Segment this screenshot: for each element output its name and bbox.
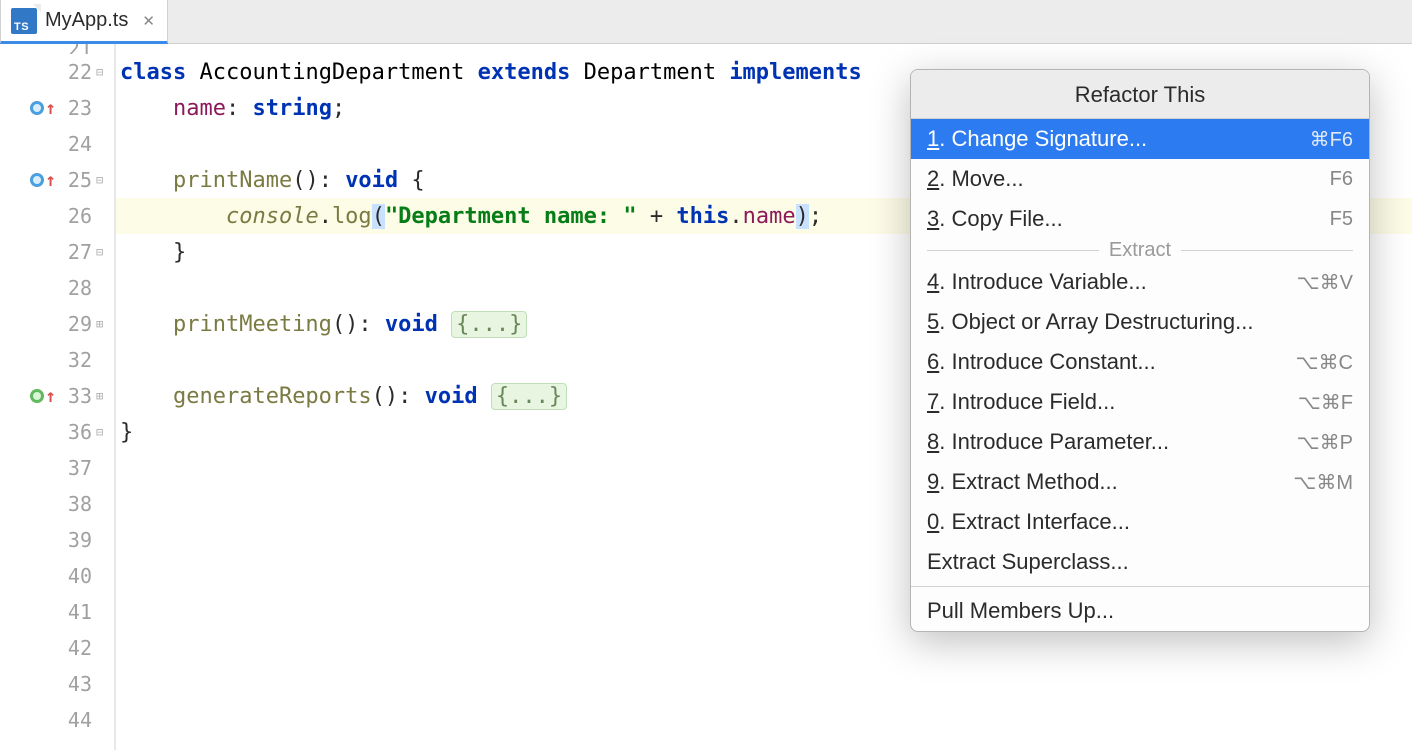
popup-item-label: 7. Introduce Field... bbox=[927, 389, 1115, 415]
popup-separator bbox=[911, 586, 1369, 587]
keyboard-shortcut: F5 bbox=[1330, 208, 1353, 231]
line-number: ⊟22 bbox=[0, 54, 114, 90]
popup-item-label: 0. Extract Interface... bbox=[927, 509, 1130, 535]
popup-title: Refactor This bbox=[911, 70, 1369, 119]
line-number: 41 bbox=[0, 594, 114, 630]
fold-icon[interactable]: ⊟ bbox=[96, 245, 110, 259]
folded-region[interactable]: {...} bbox=[451, 311, 527, 338]
up-arrow-icon: ↑ bbox=[45, 170, 56, 191]
line-number: 42 bbox=[0, 630, 114, 666]
keyboard-shortcut: ⌥⌘M bbox=[1293, 470, 1353, 495]
popup-item-label: 5. Object or Array Destructuring... bbox=[927, 309, 1253, 335]
line-number: 32 bbox=[0, 342, 114, 378]
popup-item[interactable]: 9. Extract Method... ⌥⌘M bbox=[911, 462, 1369, 502]
fold-icon[interactable]: ⊟ bbox=[96, 65, 110, 79]
fold-icon[interactable]: ⊞ bbox=[96, 317, 110, 331]
keyboard-shortcut: ⌥⌘C bbox=[1296, 350, 1354, 375]
code-line[interactable] bbox=[116, 630, 1412, 666]
popup-item[interactable]: 8. Introduce Parameter... ⌥⌘P bbox=[911, 422, 1369, 462]
gutter: 21 ⊟22 ↑23 24 ↑⊟25 26 ⊟27 28 ⊞29 32 ↑⊞33… bbox=[0, 44, 116, 750]
up-arrow-icon: ↑ bbox=[45, 98, 56, 119]
line-number: ↑⊟25 bbox=[0, 162, 114, 198]
line-number: 40 bbox=[0, 558, 114, 594]
popup-item-label: 8. Introduce Parameter... bbox=[927, 429, 1169, 455]
popup-item[interactable]: 6. Introduce Constant... ⌥⌘C bbox=[911, 342, 1369, 382]
editor-tab[interactable]: MyApp.ts ✕ bbox=[0, 0, 168, 44]
popup-section-extract: Extract bbox=[911, 239, 1369, 262]
popup-item-label: 2. Move... bbox=[927, 166, 1024, 192]
popup-item[interactable]: 1. Change Signature... ⌘F6 bbox=[911, 119, 1369, 159]
line-number: 38 bbox=[0, 486, 114, 522]
tab-bar: MyApp.ts ✕ bbox=[0, 0, 1412, 44]
popup-item[interactable]: 5. Object or Array Destructuring... bbox=[911, 302, 1369, 342]
line-number: ↑⊞33 bbox=[0, 378, 114, 414]
line-number: 21 bbox=[0, 44, 114, 54]
line-number: ⊟36 bbox=[0, 414, 114, 450]
popup-item-label: 3. Copy File... bbox=[927, 206, 1063, 232]
code-line[interactable] bbox=[116, 666, 1412, 702]
refactor-popup: Refactor This 1. Change Signature... ⌘F6 2… bbox=[910, 69, 1370, 632]
popup-item[interactable]: 2. Move... F6 bbox=[911, 159, 1369, 199]
fold-icon[interactable]: ⊞ bbox=[96, 389, 110, 403]
folded-region[interactable]: {...} bbox=[491, 383, 567, 410]
override-icon[interactable] bbox=[30, 173, 44, 187]
popup-item-label: 9. Extract Method... bbox=[927, 469, 1118, 495]
popup-item[interactable]: 3. Copy File... F5 bbox=[911, 199, 1369, 239]
popup-item-label: 4. Introduce Variable... bbox=[927, 269, 1147, 295]
keyboard-shortcut: ⌥⌘P bbox=[1297, 430, 1353, 455]
line-number: 26 bbox=[0, 198, 114, 234]
popup-item-label: Extract Superclass... bbox=[927, 549, 1129, 575]
line-number: 24 bbox=[0, 126, 114, 162]
line-number: 43 bbox=[0, 666, 114, 702]
code-line[interactable] bbox=[116, 702, 1412, 738]
line-number: ⊞29 bbox=[0, 306, 114, 342]
line-number: 28 bbox=[0, 270, 114, 306]
line-number: 44 bbox=[0, 702, 114, 738]
tab-filename: MyApp.ts bbox=[45, 9, 128, 32]
keyboard-shortcut: F6 bbox=[1330, 168, 1353, 191]
line-number: ⊟27 bbox=[0, 234, 114, 270]
line-number: 39 bbox=[0, 522, 114, 558]
code-line[interactable] bbox=[116, 44, 1412, 54]
fold-icon[interactable]: ⊟ bbox=[96, 425, 110, 439]
typescript-file-icon bbox=[11, 8, 37, 34]
popup-item-label: Pull Members Up... bbox=[927, 598, 1114, 624]
popup-item[interactable]: 7. Introduce Field... ⌥⌘F bbox=[911, 382, 1369, 422]
line-number: 37 bbox=[0, 450, 114, 486]
popup-item[interactable]: 4. Introduce Variable... ⌥⌘V bbox=[911, 262, 1369, 302]
override-icon[interactable] bbox=[30, 101, 44, 115]
implements-icon[interactable] bbox=[30, 389, 44, 403]
close-icon[interactable]: ✕ bbox=[136, 12, 155, 30]
keyboard-shortcut: ⌥⌘V bbox=[1297, 270, 1353, 295]
popup-item[interactable]: Extract Superclass... bbox=[911, 542, 1369, 582]
popup-item-label: 6. Introduce Constant... bbox=[927, 349, 1156, 375]
keyboard-shortcut: ⌘F6 bbox=[1310, 127, 1353, 152]
line-number: ↑23 bbox=[0, 90, 114, 126]
popup-item-label: 1. Change Signature... bbox=[927, 126, 1147, 152]
fold-icon[interactable]: ⊟ bbox=[96, 173, 110, 187]
popup-item[interactable]: Pull Members Up... bbox=[911, 591, 1369, 631]
popup-item[interactable]: 0. Extract Interface... bbox=[911, 502, 1369, 542]
keyboard-shortcut: ⌥⌘F bbox=[1298, 390, 1353, 415]
up-arrow-icon: ↑ bbox=[45, 386, 56, 407]
